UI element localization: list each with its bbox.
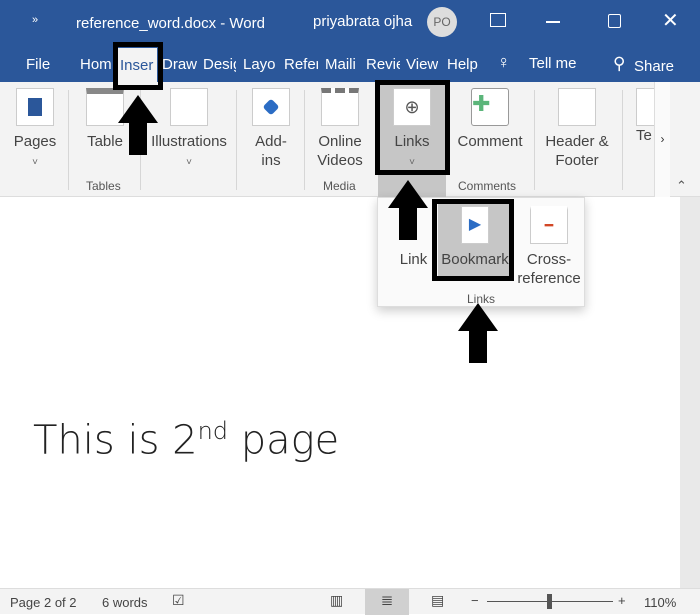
share-button[interactable]: Share — [634, 58, 674, 75]
pages-icon — [16, 88, 54, 126]
chevron-down-icon: ˅ — [186, 157, 192, 168]
zoom-level[interactable]: 110% — [644, 595, 676, 610]
tab-mailings[interactable]: Maili — [325, 56, 358, 73]
group-label-media: Media — [323, 179, 356, 193]
pages-label: Pages — [13, 133, 57, 150]
online-videos-label: Online Videos — [317, 133, 363, 169]
comment-label: Comment — [457, 133, 523, 150]
addins-button[interactable]: Add-ins — [248, 88, 294, 170]
pages-button[interactable]: Pages ˅ — [12, 88, 58, 172]
header-footer-button[interactable]: Header & Footer — [541, 88, 613, 170]
tab-design[interactable]: Desig — [203, 56, 236, 73]
illustrations-label: Illustrations — [151, 133, 227, 150]
tell-me-search[interactable]: Tell me — [529, 55, 577, 72]
ribbon: Pages ˅ Table Tables Illustrations ˅ Add-i… — [0, 82, 700, 197]
annotation-arrow-up-icon — [118, 95, 158, 155]
group-label-tables: Tables — [86, 179, 121, 193]
document-title: reference_word.docx - Word — [76, 15, 265, 32]
divider — [304, 90, 305, 190]
ribbon-scroll-right-icon[interactable]: › — [654, 82, 670, 197]
online-video-icon — [321, 88, 359, 126]
header-footer-icon — [558, 88, 596, 126]
annotation-box-links — [375, 80, 450, 175]
print-layout-icon[interactable]: ≣ — [365, 589, 409, 615]
user-name[interactable]: priyabrata ojha — [313, 13, 412, 30]
online-videos-button[interactable]: Online Videos — [312, 88, 368, 170]
cross-reference-label: Cross-reference — [517, 251, 581, 287]
tab-help[interactable]: Help — [447, 56, 478, 73]
comment-button[interactable]: ✚ Comment — [455, 88, 525, 151]
read-mode-icon[interactable]: ▥ — [330, 592, 343, 609]
superscript-text: nd — [197, 417, 229, 445]
annotation-box-insert — [113, 42, 163, 90]
vertical-scrollbar[interactable] — [680, 197, 700, 588]
annotation-arrow-up-icon — [388, 180, 428, 240]
annotation-arrow-up-icon — [458, 303, 498, 363]
cross-reference-button[interactable]: ━ Cross-reference — [516, 206, 582, 288]
text-icon — [636, 88, 654, 126]
zoom-in-button[interactable]: + — [618, 593, 626, 608]
tab-file[interactable]: File — [26, 56, 50, 73]
minimize-icon[interactable] — [546, 21, 560, 23]
body-text-end: page — [228, 417, 340, 464]
lightbulb-icon: ♀ — [497, 52, 511, 72]
group-label-comments: Comments — [458, 179, 517, 193]
text-button[interactable]: Te — [636, 88, 654, 145]
web-layout-icon[interactable]: ▤ — [431, 592, 444, 609]
addins-label: Add-ins — [255, 133, 287, 169]
share-icon[interactable]: ⚲ — [613, 54, 625, 74]
collapse-ribbon-icon[interactable]: ⌃ — [676, 178, 687, 194]
illustrations-button[interactable]: Illustrations ˅ — [148, 88, 230, 172]
divider — [534, 90, 535, 190]
proofing-icon[interactable]: ☑ — [172, 592, 185, 609]
zoom-out-button[interactable]: − — [471, 593, 479, 608]
divider — [622, 90, 623, 190]
tab-references[interactable]: Refer — [284, 56, 318, 73]
link-label: Link — [399, 251, 428, 268]
avatar[interactable]: PO — [427, 7, 457, 37]
divider — [236, 90, 237, 190]
comment-icon: ✚ — [471, 88, 509, 126]
ribbon-tabs: File Hom Inser Draw Desig Layo Refer Mai… — [0, 44, 700, 82]
annotation-box-bookmark — [432, 199, 514, 281]
document-text[interactable]: This is 2nd page — [33, 417, 339, 463]
status-bar: Page 2 of 2 6 words ☑ ▥ ≣ ▤ − + 110% — [0, 588, 700, 615]
tab-view[interactable]: View — [406, 56, 438, 73]
title-bar: » reference_word.docx - Word priyabrata … — [0, 0, 700, 44]
tab-layout[interactable]: Layo — [243, 56, 276, 73]
text-label: Te — [636, 127, 652, 144]
page-count[interactable]: Page 2 of 2 — [10, 595, 77, 610]
tab-draw[interactable]: Draw — [162, 56, 197, 73]
maximize-icon[interactable] — [608, 14, 621, 28]
ribbon-display-icon[interactable] — [490, 13, 506, 27]
tab-home[interactable]: Hom — [80, 56, 114, 73]
addins-icon — [252, 88, 290, 126]
zoom-slider-thumb[interactable] — [547, 594, 552, 609]
close-icon[interactable]: ✕ — [662, 8, 679, 33]
word-count[interactable]: 6 words — [102, 595, 148, 610]
tab-review[interactable]: Revie — [366, 56, 400, 73]
body-text: This is 2 — [33, 417, 198, 464]
divider — [68, 90, 69, 190]
chevron-down-icon: ˅ — [32, 157, 38, 168]
shapes-icon — [170, 88, 208, 126]
header-footer-label: Header & Footer — [545, 133, 609, 169]
quick-access-icon[interactable]: » — [32, 14, 38, 26]
cross-reference-icon: ━ — [530, 206, 568, 244]
